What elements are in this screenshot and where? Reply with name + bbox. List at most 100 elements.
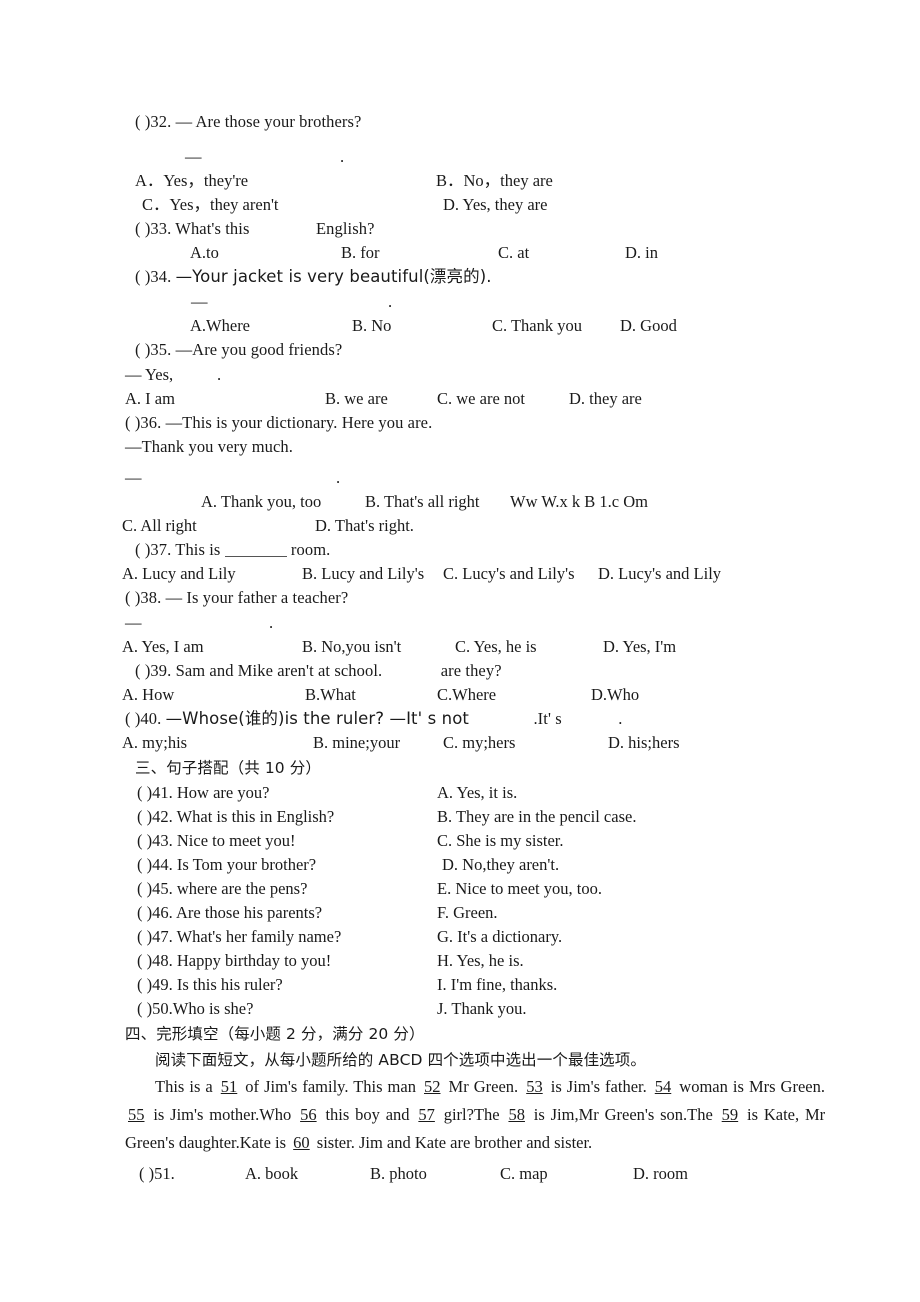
option-39-b[interactable]: B.What xyxy=(305,683,356,707)
option-33-d[interactable]: D. in xyxy=(625,241,658,265)
option-34-b[interactable]: B. No xyxy=(352,314,391,338)
option-34-c[interactable]: C. Thank you xyxy=(492,314,582,338)
exam-content: ( )32. — Are those your brothers? — . A．… xyxy=(122,110,825,1187)
match-question-48[interactable]: ( )48. Happy birthday to you! xyxy=(137,949,331,973)
question-35-text: —Are you good friends? xyxy=(175,340,343,359)
option-34-a[interactable]: A.Where xyxy=(190,314,250,338)
match-answer-b[interactable]: B. They are in the pencil case. xyxy=(437,805,636,829)
option-38-b[interactable]: B. No,you isn't xyxy=(302,635,401,659)
cloze-blank-56[interactable]: 56 xyxy=(297,1105,320,1124)
option-33-b[interactable]: B. for xyxy=(341,241,380,265)
question-34-text: —Your jacket is very beautiful(漂亮的). xyxy=(175,267,492,286)
section-four-instruction: 阅读下面短文，从每小题所给的 ABCD 四个选项中选出一个最佳选项。 xyxy=(155,1051,646,1069)
question-37-blank[interactable] xyxy=(224,556,287,557)
question-36-prompt: ( )36. —This is your dictionary. Here yo… xyxy=(125,411,825,435)
answer-bracket-35[interactable]: ( )35. xyxy=(135,338,171,362)
match-answer-a[interactable]: A. Yes, it is. xyxy=(437,781,517,805)
cloze-blank-60[interactable]: 60 xyxy=(290,1133,313,1152)
option-38-d[interactable]: D. Yes, I'm xyxy=(603,635,676,659)
match-question-47[interactable]: ( )47. What's her family name? xyxy=(137,925,341,949)
option-32-a[interactable]: A．Yes，they're xyxy=(135,169,248,193)
match-question-50[interactable]: ( )50.Who is she? xyxy=(137,997,253,1021)
answer-bracket-51[interactable]: ( )51. xyxy=(139,1161,175,1187)
option-39-d[interactable]: D.Who xyxy=(591,683,639,707)
question-40-prompt: ( )40. —Whose(谁的)is the ruler? —It' s no… xyxy=(125,707,825,731)
option-37-c[interactable]: C. Lucy's and Lily's xyxy=(443,562,575,586)
answer-bracket-32[interactable]: ( )32. xyxy=(135,110,171,134)
option-40-c[interactable]: C. my;hers xyxy=(443,731,515,755)
cloze-blank-58[interactable]: 58 xyxy=(505,1105,528,1124)
match-answer-d[interactable]: D. No,they aren't. xyxy=(442,853,559,877)
option-35-d[interactable]: D. they are xyxy=(569,387,642,411)
answer-bracket-33[interactable]: ( )33. xyxy=(135,217,171,241)
option-39-a[interactable]: A. How xyxy=(122,683,174,707)
passage-text-3: is Jim's father. xyxy=(550,1077,647,1096)
cloze-blank-53[interactable]: 53 xyxy=(523,1077,546,1096)
cloze-blank-51[interactable]: 51 xyxy=(218,1077,241,1096)
match-question-45[interactable]: ( )45. where are the pens? xyxy=(137,877,307,901)
cloze-blank-57[interactable]: 57 xyxy=(415,1105,438,1124)
match-question-41[interactable]: ( )41. How are you? xyxy=(137,781,269,805)
option-32-b[interactable]: B．No，they are xyxy=(436,169,553,193)
option-34-d[interactable]: D. Good xyxy=(620,314,677,338)
match-row-41: ( )41. How are you? A. Yes, it is. xyxy=(125,781,825,805)
option-32-c[interactable]: C．Yes，they aren't xyxy=(142,193,279,217)
answer-bracket-37[interactable]: ( )37. xyxy=(135,538,171,562)
match-row-42: ( )42. What is this in English? B. They … xyxy=(125,805,825,829)
match-answer-j[interactable]: J. Thank you. xyxy=(437,997,527,1021)
option-37-d[interactable]: D. Lucy's and Lily xyxy=(598,562,721,586)
period-32: . xyxy=(340,147,345,166)
option-36-d[interactable]: D. That's right. xyxy=(315,514,414,538)
answer-bracket-39[interactable]: ( )39. xyxy=(135,659,171,683)
option-40-b[interactable]: B. mine;your xyxy=(313,731,400,755)
option-40-a[interactable]: A. my;his xyxy=(122,731,187,755)
option-35-c[interactable]: C. we are not xyxy=(437,387,525,411)
option-35-a[interactable]: A. I am xyxy=(125,387,175,411)
option-37-b[interactable]: B. Lucy and Lily's xyxy=(302,562,424,586)
question-36-reply: —Thank you very much. xyxy=(125,435,825,459)
option-36-c[interactable]: C. All right xyxy=(122,514,197,538)
option-51-b[interactable]: B. photo xyxy=(370,1161,427,1187)
option-39-c[interactable]: C.Where xyxy=(437,683,496,707)
answer-bracket-40[interactable]: ( )40. xyxy=(125,707,161,731)
cloze-blank-54[interactable]: 54 xyxy=(652,1077,675,1096)
cloze-blank-55[interactable]: 55 xyxy=(125,1105,148,1124)
match-answer-i[interactable]: I. I'm fine, thanks. xyxy=(437,973,557,997)
option-32-d[interactable]: D. Yes, they are xyxy=(443,193,548,217)
question-34-answer-line: — . xyxy=(125,289,825,314)
option-51-a[interactable]: A. book xyxy=(245,1161,298,1187)
match-answer-c[interactable]: C. She is my sister. xyxy=(437,829,564,853)
match-answer-f[interactable]: F. Green. xyxy=(437,901,498,925)
match-question-46[interactable]: ( )46. Are those his parents? xyxy=(137,901,322,925)
option-51-d[interactable]: D. room xyxy=(633,1161,688,1187)
cloze-blank-52[interactable]: 52 xyxy=(421,1077,444,1096)
passage-text-6: this boy and xyxy=(325,1105,410,1124)
option-51-c[interactable]: C. map xyxy=(500,1161,548,1187)
option-33-c[interactable]: C. at xyxy=(498,241,529,265)
option-33-a[interactable]: A.to xyxy=(190,241,219,265)
question-35-answer-line: — Yes, . xyxy=(125,362,825,387)
option-36-b[interactable]: B. That's all right xyxy=(365,490,480,514)
match-question-44[interactable]: ( )44. Is Tom your brother? xyxy=(137,853,316,877)
question-34-prompt: ( )34. —Your jacket is very beautiful(漂亮… xyxy=(125,265,825,289)
option-35-b[interactable]: B. we are xyxy=(325,387,388,411)
option-37-a[interactable]: A. Lucy and Lily xyxy=(122,562,236,586)
option-40-d[interactable]: D. his;hers xyxy=(608,731,680,755)
match-answer-g[interactable]: G. It's a dictionary. xyxy=(437,925,562,949)
answer-bracket-34[interactable]: ( )34. xyxy=(135,265,171,289)
cloze-blank-59[interactable]: 59 xyxy=(719,1105,742,1124)
option-38-a[interactable]: A. Yes, I am xyxy=(122,635,204,659)
answer-bracket-38[interactable]: ( )38. xyxy=(125,586,161,610)
match-answer-e[interactable]: E. Nice to meet you, too. xyxy=(437,877,602,901)
option-36-a[interactable]: A. Thank you, too xyxy=(201,490,321,514)
match-question-49[interactable]: ( )49. Is this his ruler? xyxy=(137,973,283,997)
option-38-c[interactable]: C. Yes, he is xyxy=(455,635,537,659)
match-row-44: ( )44. Is Tom your brother? D. No,they a… xyxy=(125,853,825,877)
match-answer-h[interactable]: H. Yes, he is. xyxy=(437,949,524,973)
passage-text-10: sister. Jim and Kate are brother and sis… xyxy=(316,1133,593,1152)
match-question-42[interactable]: ( )42. What is this in English? xyxy=(137,805,334,829)
match-question-43[interactable]: ( )43. Nice to meet you! xyxy=(137,829,296,853)
question-33-prompt: ( )33. What's this English? xyxy=(125,217,825,241)
section-three-heading: 三、句子搭配（共 10 分） xyxy=(135,759,321,777)
answer-bracket-36[interactable]: ( )36. xyxy=(125,411,161,435)
